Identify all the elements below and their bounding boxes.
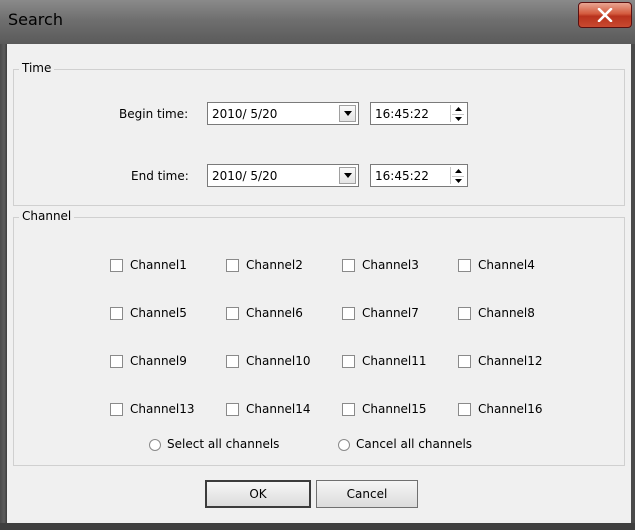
channel-label: Channel6 (246, 306, 303, 320)
channel-label: Channel11 (362, 354, 427, 368)
checkbox-box[interactable] (110, 259, 123, 272)
checkbox-box[interactable] (226, 403, 239, 416)
channel-label: Channel2 (246, 258, 303, 272)
checkbox-box[interactable] (342, 355, 355, 368)
begin-date-dropdown-button[interactable] (339, 105, 356, 122)
checkbox-box[interactable] (342, 403, 355, 416)
radio-circle[interactable] (338, 439, 350, 451)
channel-label: Channel13 (130, 402, 195, 416)
close-button[interactable] (578, 2, 632, 28)
end-date-value: 2010/ 5/20 (212, 169, 278, 183)
begin-time-value: 16:45:22 (375, 107, 429, 121)
dialog-client-area: Time Begin time: 2010/ 5/20 16:45:22 End… (7, 44, 631, 523)
channel-label: Channel15 (362, 402, 427, 416)
checkbox-box[interactable] (110, 355, 123, 368)
channel-label: Channel16 (478, 402, 543, 416)
close-icon (597, 8, 613, 22)
begin-time-label: Begin time: (119, 107, 189, 121)
channel-label: Channel3 (362, 258, 419, 272)
cancel-button[interactable]: Cancel (316, 480, 418, 508)
checkbox-box[interactable] (226, 307, 239, 320)
checkbox-box[interactable] (110, 307, 123, 320)
spin-down-button[interactable] (452, 176, 464, 185)
channel-label: Channel7 (362, 306, 419, 320)
channel-label: Channel14 (246, 402, 311, 416)
search-dialog: Search Time Begin time: 2010/ 5/20 16:45… (0, 0, 635, 530)
select-all-channels-label: Select all channels (167, 437, 280, 451)
spin-up-icon (455, 169, 462, 173)
begin-time-field[interactable]: 16:45:22 (370, 102, 468, 125)
end-date-combo[interactable]: 2010/ 5/20 (207, 164, 359, 187)
end-time-label: End time: (131, 169, 189, 183)
checkbox-box[interactable] (458, 355, 471, 368)
window-title: Search (8, 10, 63, 29)
ok-button[interactable]: OK (205, 480, 311, 508)
spin-down-button[interactable] (452, 114, 464, 123)
checkbox-box[interactable] (342, 259, 355, 272)
window-frame-bottom (0, 523, 635, 530)
channel-group: Channel Channel1 Channel2 Channel3 Channel4… (13, 209, 625, 466)
spin-up-button[interactable] (452, 105, 464, 113)
channel-group-label: Channel (19, 209, 75, 223)
checkbox-box[interactable] (110, 403, 123, 416)
begin-time-spinner[interactable] (450, 105, 465, 122)
checkbox-box[interactable] (458, 259, 471, 272)
channel-label: Channel1 (130, 258, 187, 272)
end-time-value: 16:45:22 (375, 169, 429, 183)
checkbox-box[interactable] (458, 307, 471, 320)
channel-label: Channel5 (130, 306, 187, 320)
channel-label: Channel4 (478, 258, 535, 272)
title-bar[interactable]: Search (0, 0, 635, 45)
chevron-down-icon (344, 173, 352, 178)
radio-circle[interactable] (149, 439, 161, 451)
end-time-field[interactable]: 16:45:22 (370, 164, 468, 187)
spin-down-icon (455, 117, 462, 121)
end-date-dropdown-button[interactable] (339, 167, 356, 184)
spin-up-icon (455, 107, 462, 111)
checkbox-box[interactable] (342, 307, 355, 320)
checkbox-box[interactable] (226, 259, 239, 272)
channel-label: Channel12 (478, 354, 543, 368)
end-time-spinner[interactable] (450, 167, 465, 184)
cancel-all-channels-label: Cancel all channels (356, 437, 473, 451)
begin-date-combo[interactable]: 2010/ 5/20 (207, 102, 359, 125)
time-group-label: Time (19, 61, 55, 75)
spin-up-button[interactable] (452, 167, 464, 175)
channel-label: Channel8 (478, 306, 535, 320)
checkbox-box[interactable] (458, 403, 471, 416)
channel-label: Channel10 (246, 354, 311, 368)
begin-date-value: 2010/ 5/20 (212, 107, 278, 121)
window-frame-right (631, 44, 635, 530)
time-group: Time Begin time: 2010/ 5/20 16:45:22 End… (13, 61, 625, 206)
checkbox-box[interactable] (226, 355, 239, 368)
window-frame-left (0, 44, 7, 530)
chevron-down-icon (344, 111, 352, 116)
spin-down-icon (455, 179, 462, 183)
channel-label: Channel9 (130, 354, 187, 368)
